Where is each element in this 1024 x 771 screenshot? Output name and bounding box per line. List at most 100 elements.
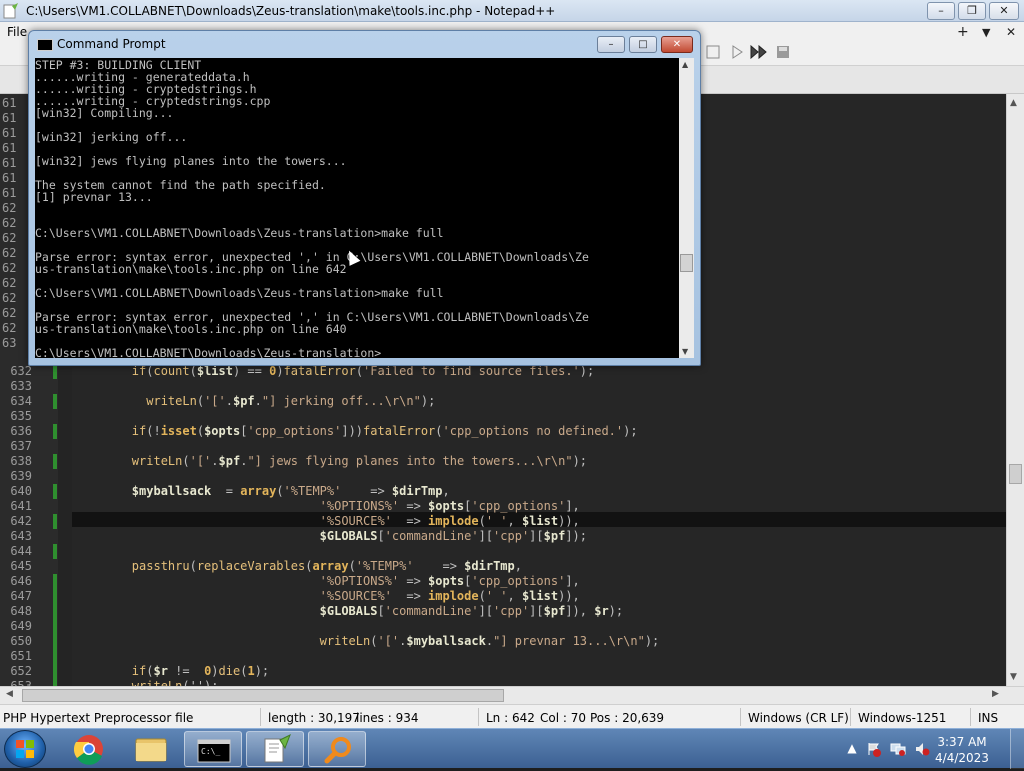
code-token: '%TEMP%' <box>355 559 414 573</box>
code-token: 'Failed to find source files.' <box>363 364 580 378</box>
status-lines: lines : 934 <box>356 711 419 725</box>
cmd-vertical-scrollbar[interactable]: ▲ ▼ <box>679 58 694 358</box>
code-token: writeLn <box>146 394 197 408</box>
horizontal-scroll-thumb[interactable] <box>22 689 504 702</box>
vertical-scrollbar[interactable]: ▲ ▼ <box>1006 94 1024 686</box>
code-token: "] jerking off...\r\n" <box>261 394 421 408</box>
add-tab-icon[interactable]: + <box>957 24 969 40</box>
code-line[interactable]: if(!isset($opts['cpp_options']))fatalErr… <box>74 424 638 438</box>
notepadpp-icon[interactable] <box>246 731 304 767</box>
code-token: ( <box>189 364 197 378</box>
scroll-left-icon[interactable]: ◀ <box>6 689 13 699</box>
maximize-button[interactable]: ❐ <box>958 2 986 20</box>
line-number: 62 <box>2 261 17 275</box>
console-line: [win32] Compiling... <box>35 106 174 120</box>
change-history-marker <box>53 574 57 589</box>
clock[interactable]: 3:37 AM 4/4/2023 <box>930 734 994 766</box>
code-token: writeLn <box>319 634 371 648</box>
scroll-up-icon[interactable]: ▲ <box>1010 98 1017 108</box>
code-line[interactable]: '%OPTIONS%' => $opts['cpp_options'], <box>74 499 580 513</box>
minimize-button[interactable]: – <box>927 2 955 20</box>
code-line[interactable]: '%SOURCE%' => implode(' ', $list)), <box>74 514 580 528</box>
cmd-maximize-button[interactable]: □ <box>629 36 657 53</box>
code-token: ) <box>276 364 284 378</box>
code-line[interactable]: '%OPTIONS%' => $opts['cpp_options'], <box>74 574 580 588</box>
volume-muted-icon[interactable] <box>914 741 930 757</box>
show-hidden-icons-icon[interactable]: ▲ <box>844 741 860 757</box>
scroll-down-icon[interactable]: ▼ <box>1010 672 1017 682</box>
action-center-icon[interactable] <box>866 741 882 757</box>
status-insert-mode[interactable]: INS <box>978 711 998 725</box>
code-line[interactable]: $myballsack = array('%TEMP%' => $dirTmp, <box>74 484 450 498</box>
cmd-icon[interactable]: C:\_ <box>184 731 242 767</box>
close-button[interactable]: ✕ <box>989 2 1019 20</box>
network-icon[interactable] <box>890 741 906 757</box>
code-token: ])) <box>341 424 364 438</box>
show-desktop-button[interactable] <box>1010 729 1024 769</box>
console-line: us-translation\make\tools.inc.php on lin… <box>35 322 347 336</box>
run-macro-multiple-icon[interactable] <box>750 44 768 63</box>
code-line[interactable]: writeLn('['.$pf."] jerking off...\r\n"); <box>74 394 435 408</box>
code-token: $dirTmp <box>464 559 515 573</box>
cmd-minimize-button[interactable]: – <box>597 36 625 53</box>
code-line[interactable]: passthru(replaceVarables(array('%TEMP%' … <box>74 559 522 573</box>
horizontal-scrollbar[interactable]: ◀ ▶ <box>0 686 1024 704</box>
notepad-title-bar: C:\Users\VM1.COLLABNET\Downloads\Zeus-tr… <box>0 0 1024 22</box>
code-line[interactable]: $GLOBALS['commandLine']['cpp'][$pf]), $r… <box>74 604 623 618</box>
code-token: $list <box>521 589 559 603</box>
code-line[interactable]: if($r != 0)die(1); <box>74 664 269 678</box>
code-token: $pf <box>543 529 566 543</box>
record-macro-icon[interactable] <box>704 45 722 63</box>
code-token: != <box>167 664 205 678</box>
start-button[interactable] <box>4 730 46 768</box>
tab-list-dropdown-icon[interactable]: ▼ <box>982 26 990 39</box>
code-token: ][ <box>529 604 544 618</box>
code-token: ][ <box>478 529 494 543</box>
cmd-close-button[interactable]: ✕ <box>661 36 693 53</box>
scroll-right-icon[interactable]: ▶ <box>992 689 999 699</box>
line-number: 646 <box>10 574 32 588</box>
code-token: ( <box>276 484 284 498</box>
close-tab-icon[interactable]: ✕ <box>1006 25 1016 39</box>
line-number: 647 <box>10 589 32 603</box>
code-token: (! <box>146 424 161 438</box>
code-token: $GLOBALS <box>319 529 378 543</box>
save-macro-icon[interactable] <box>774 45 792 63</box>
change-history-marker <box>53 394 57 409</box>
code-line[interactable]: '%SOURCE%' => implode(' ', $list)), <box>74 589 580 603</box>
menu-file[interactable]: File <box>7 25 27 39</box>
status-eol[interactable]: Windows (CR LF) <box>748 711 849 725</box>
chrome-icon[interactable] <box>60 731 118 767</box>
status-divider <box>260 708 261 726</box>
line-number: 62 <box>2 321 17 335</box>
line-number: 649 <box>10 619 32 633</box>
code-token: $pf <box>232 394 255 408</box>
code-token: 'commandLine' <box>384 604 479 618</box>
cmd-scroll-down-icon[interactable]: ▼ <box>682 347 688 356</box>
change-history-marker <box>53 514 57 529</box>
line-number: 644 <box>10 544 32 558</box>
command-prompt-window[interactable]: Command Prompt – □ ✕ STEP #3: BUILDING C… <box>28 30 701 366</box>
vertical-scroll-thumb[interactable] <box>1009 464 1022 484</box>
line-number: 648 <box>10 604 32 618</box>
code-line[interactable]: if(count($list) == 0)fatalError('Failed … <box>74 364 594 378</box>
code-token: => <box>413 559 465 573</box>
windows-logo-icon <box>16 740 34 758</box>
line-number: 62 <box>2 276 17 290</box>
code-token: isset <box>160 424 197 438</box>
code-line[interactable]: writeLn('['.$myballsack."] prevnar 13...… <box>74 634 660 648</box>
cmd-scroll-thumb[interactable] <box>680 254 693 272</box>
search-app-icon[interactable] <box>308 731 366 767</box>
explorer-icon[interactable] <box>122 731 180 767</box>
code-line[interactable]: writeLn('['.$pf."] jews flying planes in… <box>74 454 587 468</box>
code-line[interactable]: $GLOBALS['commandLine']['cpp'][$pf]); <box>74 529 587 543</box>
status-divider <box>850 708 851 726</box>
status-encoding[interactable]: Windows-1251 <box>858 711 946 725</box>
code-token: writeLn <box>131 454 183 468</box>
code-token: implode <box>428 589 479 603</box>
console-output[interactable]: STEP #3: BUILDING CLIENT ......writing - … <box>35 58 679 358</box>
play-macro-icon[interactable] <box>728 45 746 63</box>
cmd-scroll-up-icon[interactable]: ▲ <box>682 60 688 69</box>
